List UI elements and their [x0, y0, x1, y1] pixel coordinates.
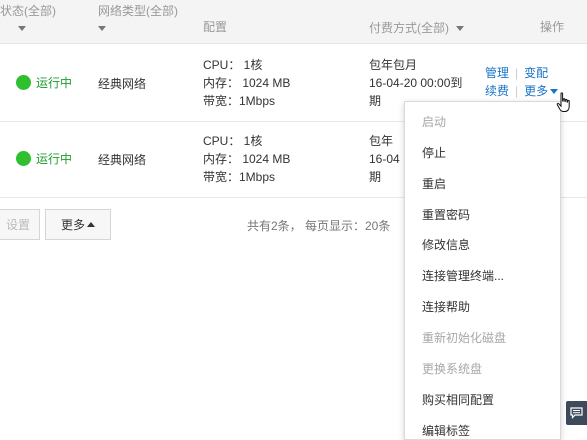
- memory-value: 内存： 1024 MB: [203, 76, 291, 90]
- running-status-icon: [16, 151, 31, 166]
- network-column-label: 网络类型(全部): [98, 4, 178, 18]
- memory-value: 内存： 1024 MB: [203, 152, 291, 166]
- batch-more-button[interactable]: 更多: [45, 209, 111, 240]
- menu-item-reset-password[interactable]: 重置密码: [422, 206, 470, 223]
- settings-button-label: 设置: [5, 218, 30, 232]
- bandwidth-value: 带宽：1Mbps: [203, 94, 276, 108]
- chevron-down-icon: [456, 26, 465, 32]
- cpu-value: CPU： 1核: [203, 58, 263, 72]
- bandwidth-value: 带宽：1Mbps: [203, 170, 276, 184]
- more-link-label: 更多: [524, 84, 549, 98]
- renew-link[interactable]: 续费: [485, 84, 509, 98]
- ops-cell: 管理 | 变配 续费 | 更多: [485, 64, 559, 100]
- chat-icon: [570, 407, 583, 419]
- menu-item-edit-tags[interactable]: 编辑标签: [422, 422, 470, 439]
- hand-cursor-icon: [556, 92, 570, 112]
- status-column-label: 状态(全部): [0, 4, 56, 18]
- chevron-down-icon: [18, 26, 26, 32]
- expire-date: 16-04-20 00:00到: [369, 76, 463, 90]
- menu-item-buy-same-config[interactable]: 购买相同配置: [422, 391, 494, 408]
- running-status-icon: [16, 75, 31, 90]
- menu-item-connect-terminal[interactable]: 连接管理终端...: [422, 267, 504, 284]
- payment-type: 包年: [369, 134, 394, 148]
- payment-filter[interactable]: 付费方式(全部): [369, 21, 465, 35]
- menu-item-restart[interactable]: 重启: [422, 175, 446, 192]
- payment-column-label: 付费方式(全部): [369, 21, 449, 35]
- network-type: 经典网络: [98, 77, 147, 91]
- more-actions-menu: 启动 停止 重启 重置密码 修改信息 连接管理终端... 连接帮助 重新初始化磁…: [404, 101, 561, 440]
- more-button-label: 更多: [60, 218, 85, 232]
- network-type-filter[interactable]: 网络类型(全部): [98, 4, 178, 32]
- feedback-button[interactable]: [566, 401, 587, 425]
- menu-item-start[interactable]: 启动: [422, 113, 446, 130]
- menu-item-stop[interactable]: 停止: [422, 144, 446, 161]
- divider: |: [515, 84, 519, 98]
- menu-item-connect-help[interactable]: 连接帮助: [422, 298, 470, 315]
- table-header: 状态(全部) 网络类型(全部) 配置 付费方式(全部) 操作: [0, 0, 587, 44]
- menu-item-replace-system-disk[interactable]: 更换系统盘: [422, 360, 482, 377]
- status-badge: 运行中: [16, 74, 72, 91]
- chevron-up-icon: [87, 222, 95, 227]
- divider: |: [515, 66, 519, 80]
- payment-type: 包年包月: [369, 58, 418, 72]
- settings-button[interactable]: 设置: [0, 209, 40, 240]
- config-cell: CPU： 1核 内存： 1024 MB 带宽：1Mbps: [203, 56, 290, 110]
- payment-cell: 包年 16-04 期: [369, 132, 400, 186]
- expire-suffix: 期: [369, 170, 382, 184]
- status-filter[interactable]: 状态(全部): [0, 4, 56, 32]
- cpu-value: CPU： 1核: [203, 134, 263, 148]
- pagination-info: 共有2条， 每页显示：20条: [247, 219, 391, 233]
- status-text: 运行中: [36, 76, 73, 90]
- config-column-label: 配置: [203, 20, 228, 34]
- menu-item-edit-info[interactable]: 修改信息: [422, 236, 470, 253]
- status-text: 运行中: [36, 152, 73, 166]
- more-link[interactable]: 更多: [524, 84, 559, 98]
- ops-column-label: 操作: [540, 20, 565, 34]
- change-config-link[interactable]: 变配: [524, 66, 548, 80]
- network-type: 经典网络: [98, 153, 147, 167]
- expire-date: 16-04: [369, 152, 400, 166]
- chevron-down-icon: [98, 26, 106, 32]
- config-cell: CPU： 1核 内存： 1024 MB 带宽：1Mbps: [203, 132, 290, 186]
- menu-item-reinit-disk[interactable]: 重新初始化磁盘: [422, 329, 506, 346]
- manage-link[interactable]: 管理: [485, 66, 509, 80]
- status-badge: 运行中: [16, 150, 72, 167]
